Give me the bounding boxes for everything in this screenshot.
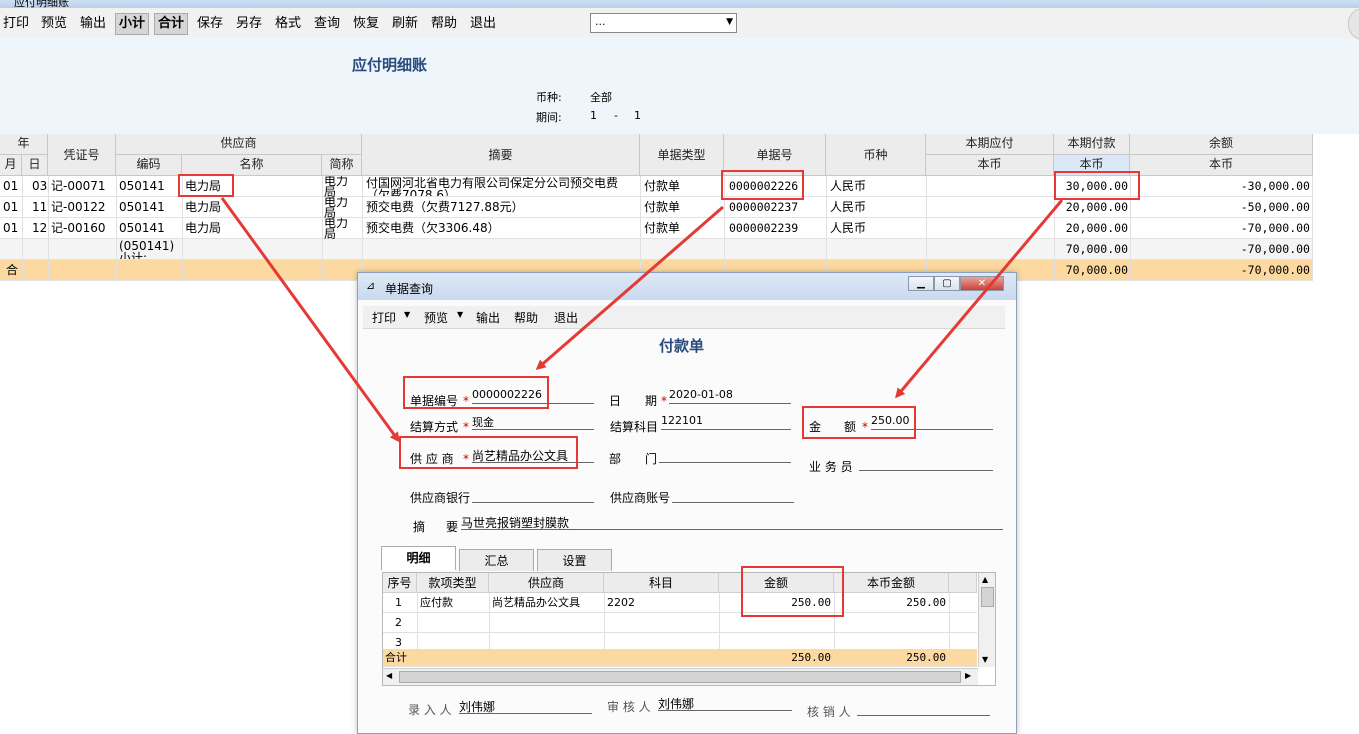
arrow-supplier [220,197,400,443]
arrow-amount [895,199,1064,399]
arrow-doc-no [535,205,724,370]
annotation-arrows [220,197,1064,443]
